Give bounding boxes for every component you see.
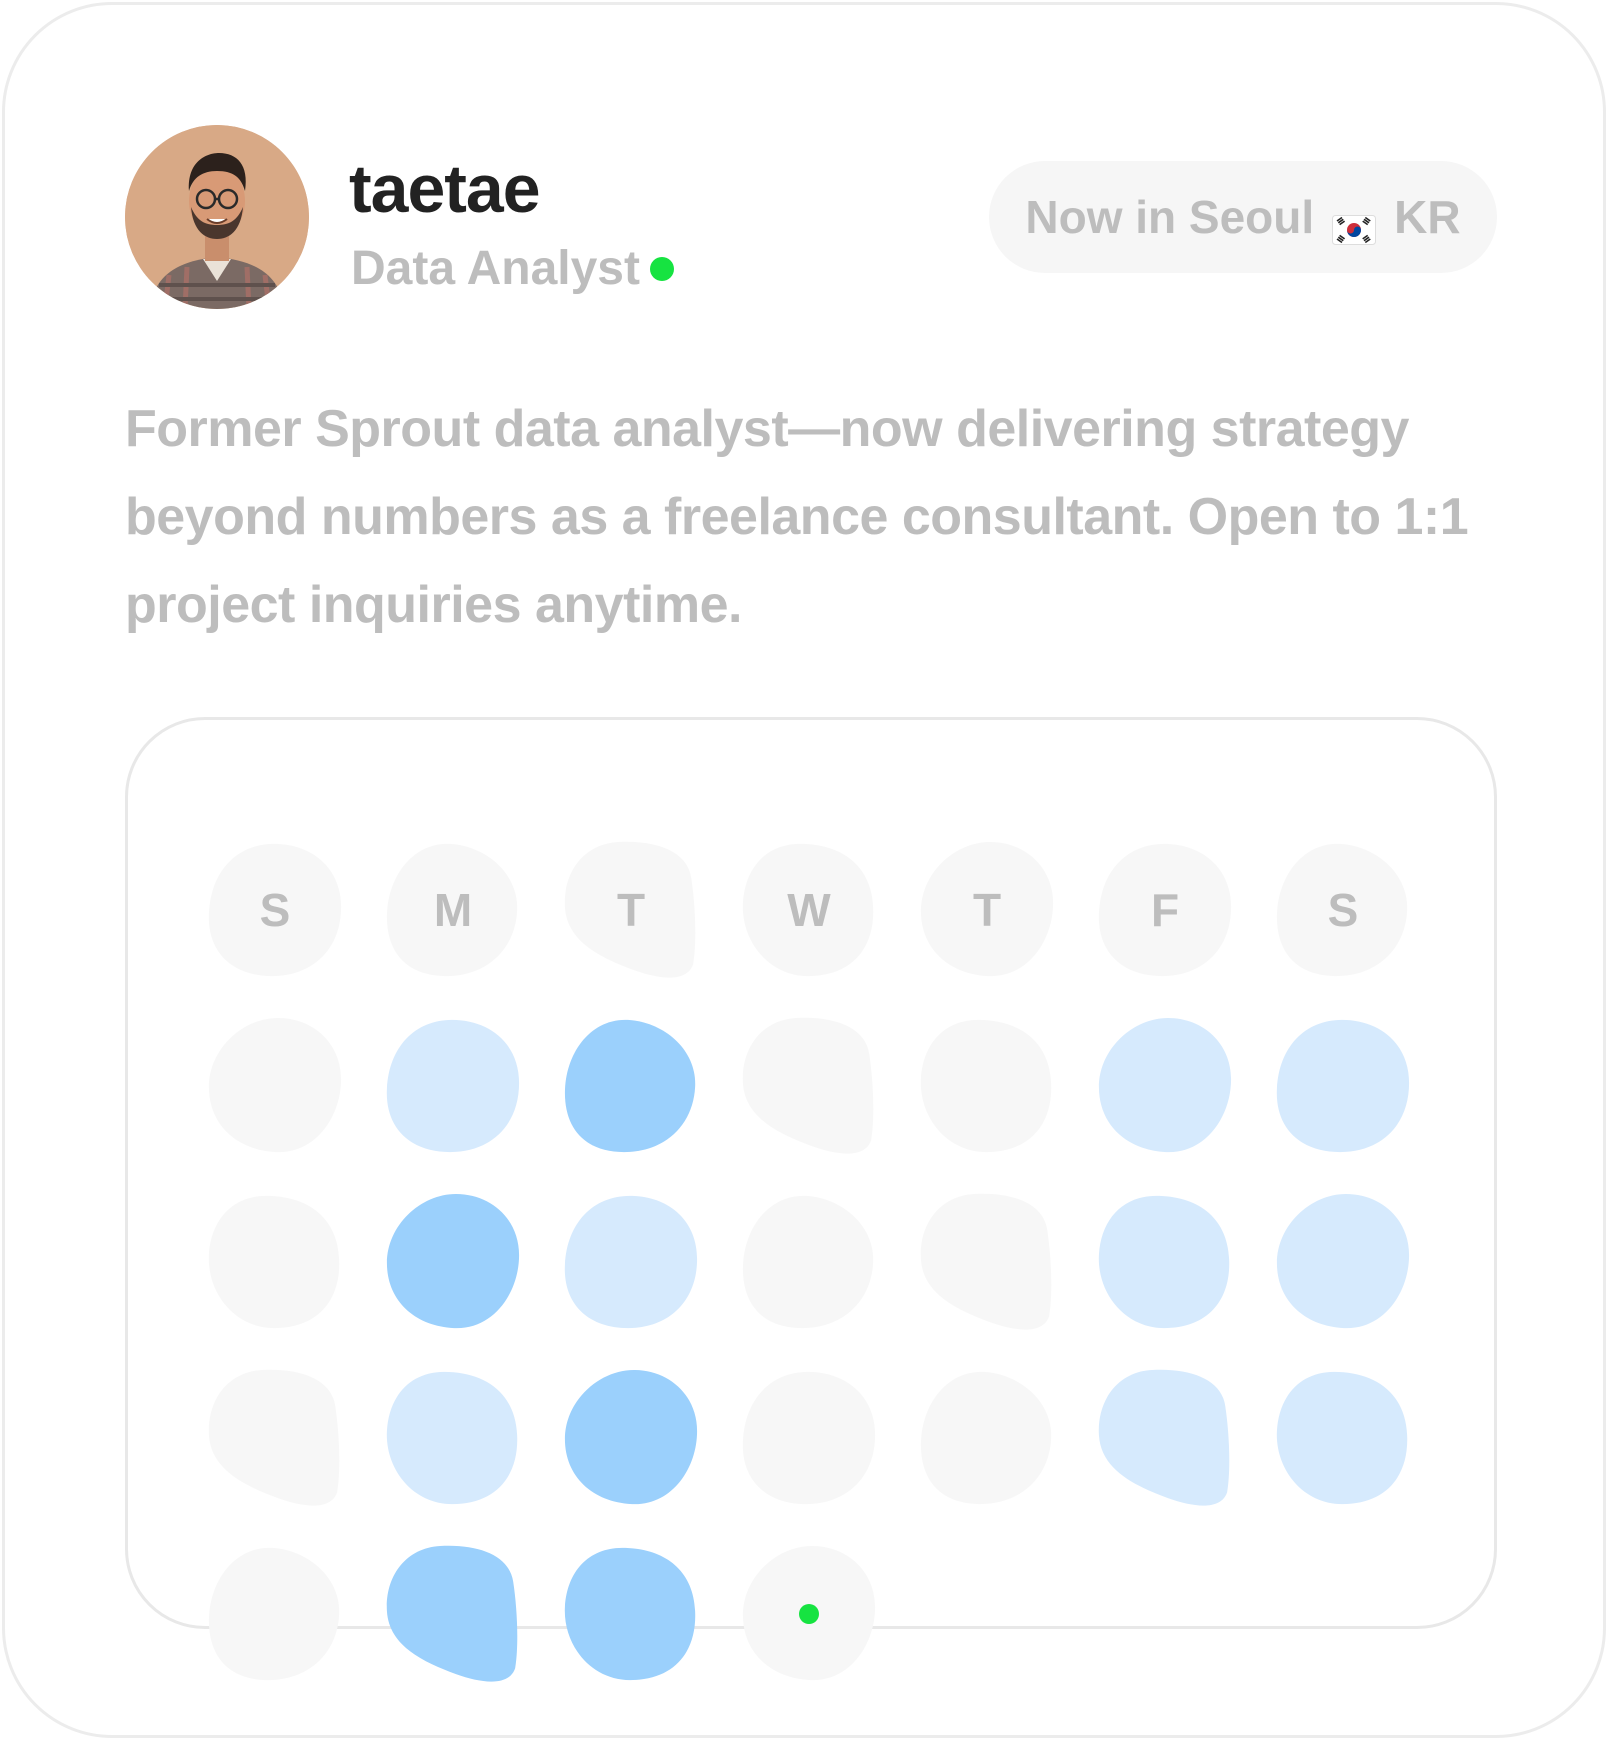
weekday-label: M [433, 884, 473, 936]
day-blob [1098, 1369, 1230, 1506]
calendar-day-cell[interactable] [915, 1190, 1059, 1334]
day-blob [1276, 1019, 1410, 1153]
online-status-indicator [649, 257, 674, 281]
location-badge: Now in Seoul KR [989, 161, 1497, 273]
day-blob [564, 1019, 696, 1153]
day-blob [208, 1017, 342, 1153]
weekday-label: T [616, 884, 646, 936]
calendar-day-cell[interactable] [381, 1542, 525, 1686]
day-blob [386, 1545, 518, 1682]
weekday-header-cell: M [381, 838, 525, 982]
weekday-header-cell: W [737, 838, 881, 982]
calendar-day-today[interactable] [737, 1542, 881, 1686]
calendar-day-cell[interactable] [737, 1366, 881, 1510]
activity-calendar: SMTWTFS [125, 717, 1497, 1682]
south-korea-flag-icon [1332, 202, 1377, 245]
day-blob [1276, 1371, 1408, 1505]
calendar-day-cell[interactable] [1093, 1190, 1237, 1334]
profile-card: taetae Data Analyst Now in Seoul KR Form… [2, 2, 1606, 1738]
calendar-day-cell[interactable] [1093, 1014, 1237, 1158]
calendar-day-cell[interactable] [1093, 1366, 1237, 1510]
day-blob [564, 1195, 698, 1329]
calendar-day-cell[interactable] [203, 1190, 347, 1334]
username: taetae [349, 151, 541, 227]
weekday-label: F [1150, 884, 1180, 936]
weekday-label: T [972, 884, 1002, 936]
day-blob [920, 1193, 1052, 1330]
calendar-day-cell[interactable] [915, 1366, 1059, 1510]
day-blob [386, 1193, 520, 1329]
role-label: Data Analyst [351, 242, 640, 295]
role-title: Data Analyst [351, 245, 674, 293]
location-label: Now in Seoul [1025, 191, 1315, 243]
day-blob [1276, 1193, 1410, 1329]
calendar-day-cell[interactable] [381, 1366, 525, 1510]
calendar-day-cell[interactable] [737, 1190, 881, 1334]
calendar-day-cell[interactable] [1271, 1014, 1415, 1158]
weekday-label: W [787, 884, 831, 936]
day-blob [920, 1371, 1052, 1505]
country-code: KR [1394, 191, 1461, 243]
calendar-day-cell[interactable] [559, 1366, 703, 1510]
day-blob [564, 1547, 696, 1681]
weekday-label: S [259, 884, 291, 936]
weekday-label: S [1327, 884, 1359, 936]
calendar-day-cell[interactable] [203, 1366, 347, 1510]
weekday-header-cell: T [915, 838, 1059, 982]
day-blob [208, 1369, 340, 1506]
calendar-day-cell[interactable] [381, 1014, 525, 1158]
calendar-day-cell[interactable] [915, 1014, 1059, 1158]
day-blob [1098, 1195, 1230, 1329]
day-blob [208, 1195, 340, 1329]
calendar-day-cell[interactable] [559, 1190, 703, 1334]
calendar-day-cell[interactable] [1271, 1366, 1415, 1510]
avatar-portrait [125, 125, 309, 309]
day-blob [386, 1371, 518, 1505]
day-blob [386, 1019, 520, 1153]
day-blob [742, 1017, 874, 1154]
day-blob [742, 1371, 876, 1505]
calendar-day-cell[interactable] [203, 1014, 347, 1158]
calendar-day-cell[interactable] [737, 1014, 881, 1158]
weekday-header-cell: F [1093, 838, 1237, 982]
day-blob [564, 1369, 698, 1505]
today-indicator [799, 1604, 819, 1624]
calendar-day-cell[interactable] [559, 1014, 703, 1158]
day-blob [742, 1195, 874, 1329]
day-blob [1098, 1017, 1232, 1153]
calendar-day-cell[interactable] [559, 1542, 703, 1686]
weekday-header-cell: T [559, 838, 703, 982]
day-blob [208, 1547, 340, 1681]
calendar-day-cell[interactable] [1271, 1190, 1415, 1334]
weekday-header-cell: S [1271, 838, 1415, 982]
calendar-day-cell[interactable] [203, 1542, 347, 1686]
day-blob [920, 1019, 1052, 1153]
weekday-header-cell: S [203, 838, 347, 982]
profile-bio: Former Sprout data analyst—now deliverin… [125, 400, 1469, 634]
avatar[interactable] [125, 125, 309, 309]
calendar-day-cell[interactable] [381, 1190, 525, 1334]
